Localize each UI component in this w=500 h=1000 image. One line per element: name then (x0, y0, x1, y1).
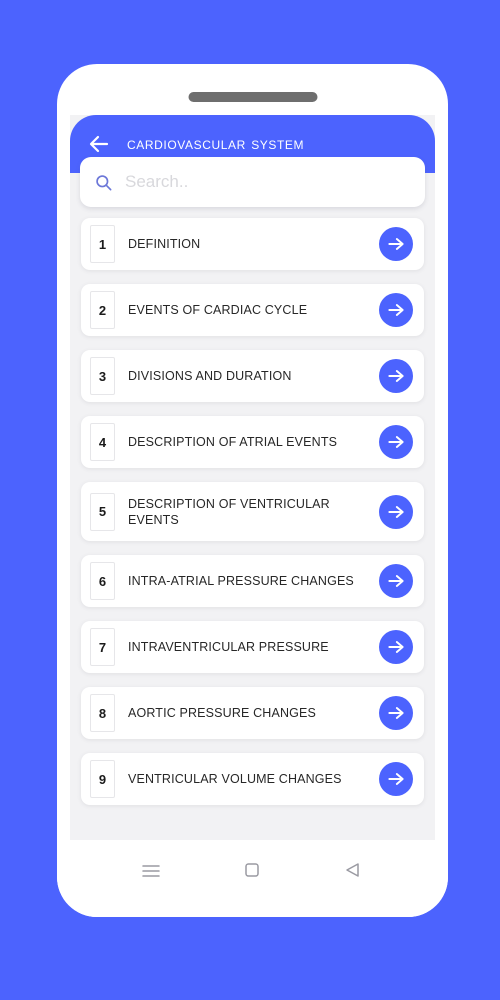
list-item[interactable]: 9 VENTRICULAR VOLUME CHANGES (81, 753, 424, 805)
topic-list: 1 DEFINITION 2 EVENTS OF CARDIAC CYCLE 3 DIVI… (70, 215, 435, 840)
list-item[interactable]: 2 EVENTS OF CARDIAC CYCLE (81, 284, 424, 336)
list-item-number: 4 (90, 423, 115, 461)
list-item-label: DESCRIPTION OF ATRIAL EVENTS (128, 435, 338, 449)
open-topic-button[interactable] (379, 564, 413, 598)
open-topic-button[interactable] (379, 293, 413, 327)
list-item-label: AORTIC PRESSURE CHANGES (128, 706, 316, 720)
list-item-label: DIVISIONS AND DURATION (128, 369, 292, 383)
arrow-right-icon (388, 707, 404, 719)
phone-frame: Cardiovascular System 1 DEFINITION 2 EVENTS… (57, 64, 448, 917)
app-screen: Cardiovascular System 1 DEFINITION 2 EVENTS… (70, 115, 435, 840)
arrow-right-icon (388, 773, 404, 785)
open-topic-button[interactable] (379, 359, 413, 393)
list-item-number: 5 (90, 492, 115, 531)
back-button[interactable] (342, 858, 366, 882)
list-item-label: INTRAVENTRICULAR PRESSURE (128, 640, 329, 654)
open-topic-button[interactable] (379, 227, 413, 261)
open-topic-button[interactable] (379, 696, 413, 730)
list-item[interactable]: 8 AORTIC PRESSURE CHANGES (81, 687, 424, 739)
arrow-right-icon (388, 304, 404, 316)
android-navigation-bar (57, 840, 448, 917)
menu-icon (141, 865, 160, 877)
speaker-grille (188, 92, 317, 102)
list-item[interactable]: 6 INTRA-ATRIAL PRESSURE CHANGES (81, 555, 424, 607)
list-item-number: 3 (90, 357, 115, 395)
home-button[interactable] (241, 858, 265, 882)
list-item-number: 9 (90, 760, 115, 798)
arrow-right-icon (388, 641, 404, 653)
list-item-label: INTRA-ATRIAL PRESSURE CHANGES (128, 574, 354, 588)
arrow-right-icon (388, 436, 404, 448)
square-icon (244, 863, 259, 877)
arrow-right-icon (388, 370, 404, 382)
open-topic-button[interactable] (379, 762, 413, 796)
list-item-label: DESCRIPTION OF VENTRICULAR EVENTS (128, 496, 330, 527)
list-item-label: DEFINITION (128, 237, 201, 251)
list-item-number: 6 (90, 562, 115, 600)
list-item[interactable]: 1 DEFINITION (81, 218, 424, 270)
list-item-label: EVENTS OF CARDIAC CYCLE (128, 303, 308, 317)
list-item-number: 2 (90, 291, 115, 329)
list-item-number: 7 (90, 628, 115, 666)
open-topic-button[interactable] (379, 494, 413, 529)
search-bar[interactable] (80, 157, 425, 207)
arrow-right-icon (388, 575, 404, 587)
arrow-left-icon[interactable] (87, 132, 111, 156)
page-title: Cardiovascular System (127, 134, 305, 153)
list-item-number: 1 (90, 225, 115, 263)
list-item[interactable]: 7 INTRAVENTRICULAR PRESSURE (81, 621, 424, 673)
list-item[interactable]: 5 DESCRIPTION OF VENTRICULAR EVENTS (81, 482, 424, 541)
open-topic-button[interactable] (379, 630, 413, 664)
triangle-left-icon (345, 863, 359, 877)
arrow-right-icon (388, 238, 404, 250)
recents-button[interactable] (140, 858, 164, 882)
search-icon (96, 174, 112, 190)
list-item[interactable]: 4 DESCRIPTION OF ATRIAL EVENTS (81, 416, 424, 468)
arrow-right-icon (388, 505, 404, 518)
list-item-label: VENTRICULAR VOLUME CHANGES (128, 772, 342, 786)
open-topic-button[interactable] (379, 425, 413, 459)
list-item-number: 8 (90, 694, 115, 732)
search-input[interactable] (125, 172, 411, 192)
list-item[interactable]: 3 DIVISIONS AND DURATION (81, 350, 424, 402)
